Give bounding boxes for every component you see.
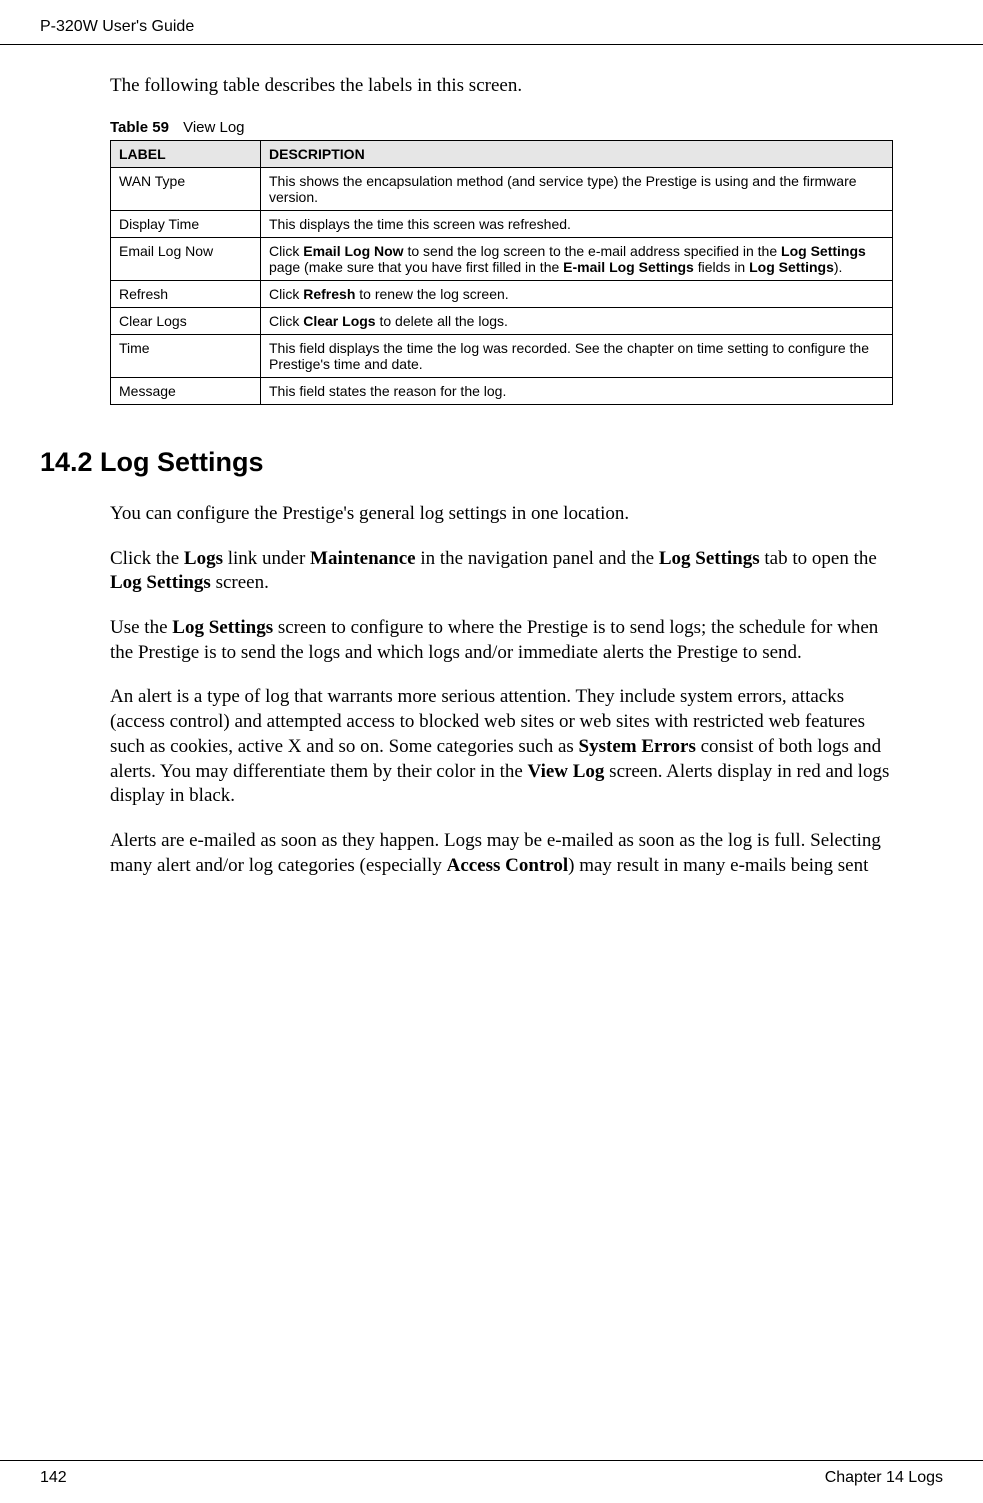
table-header-row: LABEL DESCRIPTION <box>111 141 893 168</box>
text-run: Clear Logs <box>303 313 375 329</box>
text-run: Use the <box>110 617 172 638</box>
text-run: screen. <box>211 572 269 593</box>
text-run: Click <box>269 286 303 302</box>
text-run: View Log <box>528 761 605 782</box>
section-heading: 14.2 Log Settings <box>40 447 893 478</box>
row-description: Click Email Log Now to send the log scre… <box>261 238 893 281</box>
page-header: P-320W User's Guide <box>0 0 983 45</box>
text-run: to send the log screen to the e-mail add… <box>404 243 781 259</box>
text-run: This shows the encapsulation method (and… <box>269 173 857 205</box>
body-paragraph: Alerts are e-mailed as soon as they happ… <box>110 829 893 878</box>
view-log-table: LABEL DESCRIPTION WAN TypeThis shows the… <box>110 140 893 405</box>
text-run: Click <box>269 313 303 329</box>
page-content: The following table describes the labels… <box>0 45 983 878</box>
text-run: Log Settings <box>749 259 834 275</box>
text-run: page (make sure that you have first fill… <box>269 259 563 275</box>
row-description: This field states the reason for the log… <box>261 378 893 405</box>
text-run: E-mail Log Settings <box>563 259 694 275</box>
page-number: 142 <box>40 1469 67 1487</box>
body-paragraph: Use the Log Settings screen to configure… <box>110 616 893 665</box>
row-label: Refresh <box>111 281 261 308</box>
row-description: This field displays the time the log was… <box>261 335 893 378</box>
text-run: Refresh <box>303 286 355 302</box>
table-row: Email Log NowClick Email Log Now to send… <box>111 238 893 281</box>
text-run: to delete all the logs. <box>376 313 508 329</box>
header-description: DESCRIPTION <box>261 141 893 168</box>
body-paragraph: Click the Logs link under Maintenance in… <box>110 547 893 596</box>
table-caption: Table 59 View Log <box>110 119 893 136</box>
text-run: link under <box>223 548 310 569</box>
guide-title: P-320W User's Guide <box>40 18 194 35</box>
text-run: Log Settings <box>781 243 866 259</box>
text-run: Click <box>269 243 303 259</box>
table-row: Display Time This displays the time this … <box>111 211 893 238</box>
table-number: Table 59 <box>110 119 169 136</box>
row-label: Message <box>111 378 261 405</box>
table-row: Clear LogsClick Clear Logs to delete all… <box>111 308 893 335</box>
row-description: Click Refresh to renew the log screen. <box>261 281 893 308</box>
text-run: tab to open the <box>760 548 877 569</box>
row-label: Time <box>111 335 261 378</box>
row-label: WAN Type <box>111 168 261 211</box>
text-run: Email Log Now <box>303 243 403 259</box>
row-description: Click Clear Logs to delete all the logs. <box>261 308 893 335</box>
text-run: ). <box>834 259 843 275</box>
row-description: This displays the time this screen was r… <box>261 211 893 238</box>
body-paragraph: You can configure the Prestige's general… <box>110 502 893 527</box>
body-paragraph: An alert is a type of log that warrants … <box>110 685 893 808</box>
text-run: Access Control <box>447 855 569 876</box>
text-run: Logs <box>184 548 223 569</box>
text-run: fields in <box>694 259 749 275</box>
table-row: Message This field states the reason for … <box>111 378 893 405</box>
row-description: This shows the encapsulation method (and… <box>261 168 893 211</box>
intro-paragraph: The following table describes the labels… <box>110 75 893 97</box>
row-label: Display Time <box>111 211 261 238</box>
text-run: This field states the reason for the log… <box>269 383 506 399</box>
text-run: Maintenance <box>310 548 416 569</box>
text-run: Log Settings <box>110 572 211 593</box>
text-run: to renew the log screen. <box>355 286 508 302</box>
table-row: WAN TypeThis shows the encapsulation met… <box>111 168 893 211</box>
text-run: Log Settings <box>659 548 760 569</box>
row-label: Clear Logs <box>111 308 261 335</box>
row-label: Email Log Now <box>111 238 261 281</box>
table-title: View Log <box>183 119 244 136</box>
text-run: This field displays the time the log was… <box>269 340 869 372</box>
table-row: TimeThis field displays the time the log… <box>111 335 893 378</box>
text-run: ) may result in many e-mails being sent <box>568 855 868 876</box>
text-run: in the navigation panel and the <box>416 548 659 569</box>
table-row: RefreshClick Refresh to renew the log sc… <box>111 281 893 308</box>
text-run: Log Settings <box>172 617 273 638</box>
page-footer: 142 Chapter 14 Logs <box>0 1460 983 1487</box>
text-run: This displays the time this screen was r… <box>269 216 571 232</box>
chapter-label: Chapter 14 Logs <box>825 1469 943 1487</box>
text-run: Click the <box>110 548 184 569</box>
text-run: You can configure the Prestige's general… <box>110 503 629 524</box>
text-run: System Errors <box>579 736 696 757</box>
header-label: LABEL <box>111 141 261 168</box>
